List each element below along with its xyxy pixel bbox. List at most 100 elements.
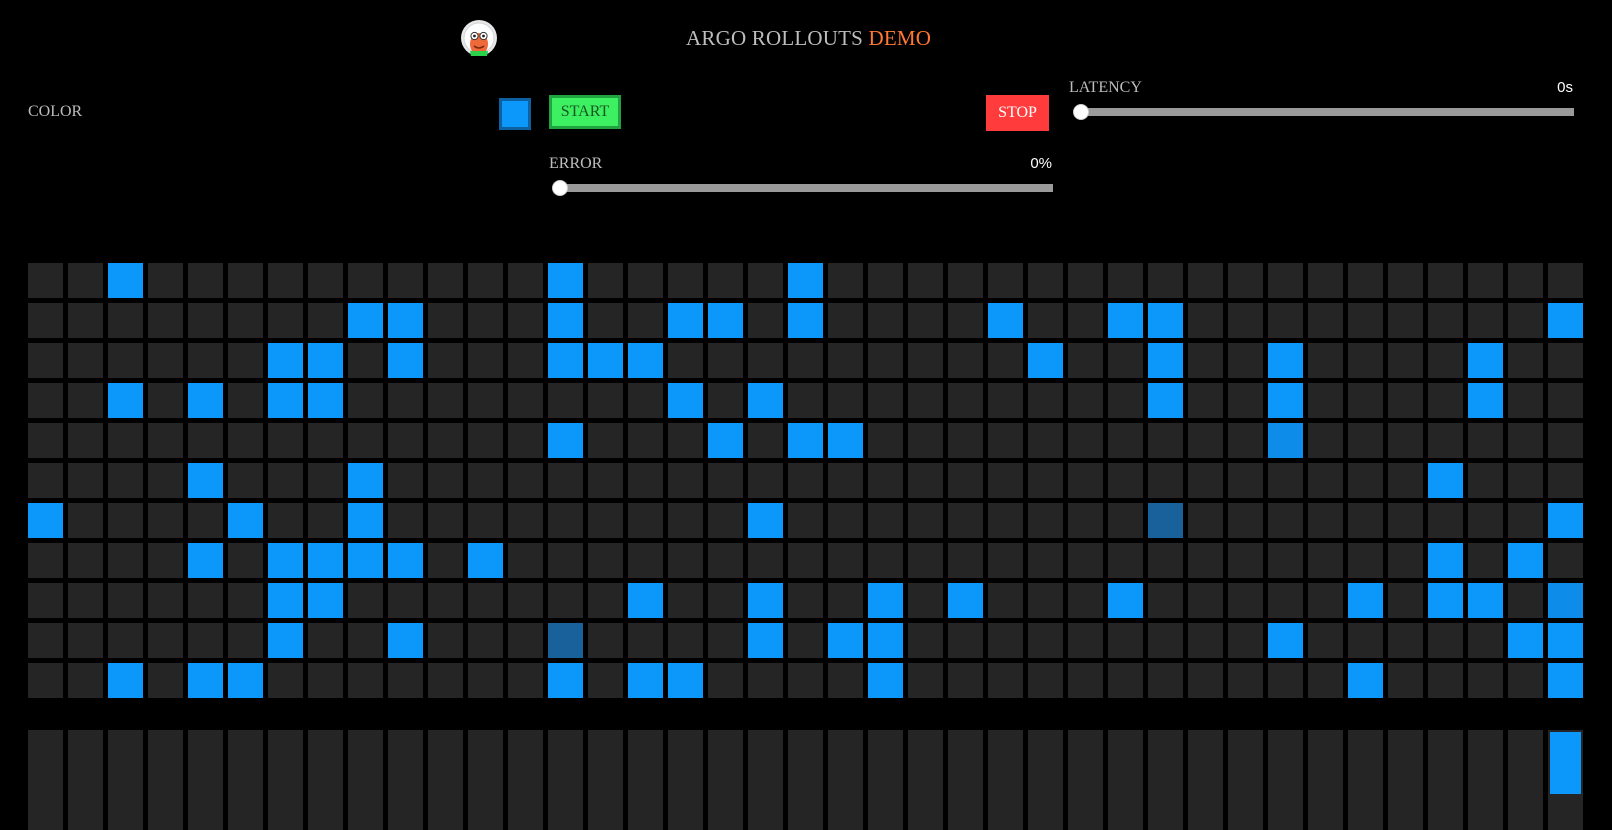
grid-cell — [628, 503, 663, 538]
grid-cell — [988, 583, 1023, 618]
grid-cell — [1268, 303, 1303, 338]
grid-cell — [548, 263, 583, 298]
grid-cell — [948, 383, 983, 418]
latency-slider-thumb[interactable] — [1073, 104, 1089, 120]
grid-cell — [268, 503, 303, 538]
grid-cell — [28, 263, 63, 298]
grid-cell — [508, 623, 543, 658]
color-swatch[interactable] — [499, 98, 531, 130]
grid-cell — [308, 503, 343, 538]
grid-cell — [1308, 463, 1343, 498]
grid-cell — [308, 543, 343, 578]
grid-cell — [348, 263, 383, 298]
color-bar — [1148, 730, 1183, 830]
grid-cell — [908, 463, 943, 498]
grid-cell — [548, 663, 583, 698]
grid-cell — [308, 663, 343, 698]
color-bar — [148, 730, 183, 830]
start-button[interactable]: START — [549, 95, 621, 129]
color-bar — [508, 730, 543, 830]
error-slider-thumb[interactable] — [552, 180, 568, 196]
latency-value: 0s — [1557, 79, 1573, 96]
error-slider-track — [559, 184, 1053, 192]
grid-cell — [588, 343, 623, 378]
grid-cell — [1468, 623, 1503, 658]
grid-cell — [1148, 463, 1183, 498]
grid-cell — [28, 463, 63, 498]
grid-cell — [1028, 663, 1063, 698]
grid-cell — [1228, 503, 1263, 538]
grid-cell — [388, 663, 423, 698]
color-bar — [908, 730, 943, 830]
grid-cell — [908, 263, 943, 298]
grid-cell — [428, 463, 463, 498]
grid-cell — [268, 423, 303, 458]
grid-cell — [748, 583, 783, 618]
grid-cell — [1148, 343, 1183, 378]
grid-cell — [828, 343, 863, 378]
grid-cell — [708, 503, 743, 538]
grid-cell — [1108, 343, 1143, 378]
grid-cell — [268, 343, 303, 378]
grid-cell — [948, 663, 983, 698]
grid-cell — [1028, 423, 1063, 458]
grid-cell — [148, 303, 183, 338]
grid-cell — [868, 303, 903, 338]
grid-cell — [628, 343, 663, 378]
grid-cell — [1468, 583, 1503, 618]
grid-cell — [1228, 623, 1263, 658]
grid-cell — [268, 383, 303, 418]
grid-cell — [628, 623, 663, 658]
grid-cell — [1388, 383, 1423, 418]
grid-cell — [508, 543, 543, 578]
grid-cell — [828, 583, 863, 618]
grid-cell — [588, 583, 623, 618]
grid-cell — [788, 263, 823, 298]
grid-cell — [668, 343, 703, 378]
grid-cell — [148, 383, 183, 418]
grid-cell — [348, 343, 383, 378]
grid-cell — [1508, 583, 1543, 618]
grid-cell — [908, 423, 943, 458]
grid-cell — [1468, 263, 1503, 298]
grid-cell — [68, 503, 103, 538]
color-bar — [68, 730, 103, 830]
grid-cell — [1028, 263, 1063, 298]
grid-cell — [1508, 543, 1543, 578]
grid-cell — [1028, 543, 1063, 578]
grid-cell — [508, 343, 543, 378]
grid-cell — [428, 343, 463, 378]
grid-cell — [68, 663, 103, 698]
grid-cell — [148, 343, 183, 378]
grid-cell — [748, 343, 783, 378]
grid-cell — [468, 303, 503, 338]
grid-cell — [428, 503, 463, 538]
grid-cell — [1548, 383, 1583, 418]
grid-cell — [188, 543, 223, 578]
grid-cell — [428, 583, 463, 618]
grid-cell — [1508, 263, 1543, 298]
color-bar — [748, 730, 783, 830]
grid-cell — [108, 663, 143, 698]
grid-cell — [108, 343, 143, 378]
grid-cell — [1188, 543, 1223, 578]
grid-cell — [1508, 623, 1543, 658]
grid-cell — [1108, 263, 1143, 298]
grid-cell — [988, 623, 1023, 658]
grid-cell — [1428, 423, 1463, 458]
error-label: ERROR — [549, 155, 603, 172]
grid-cell — [268, 623, 303, 658]
grid-cell — [788, 423, 823, 458]
grid-cell — [868, 423, 903, 458]
error-slider[interactable] — [552, 178, 1053, 198]
stop-button[interactable]: STOP — [986, 95, 1049, 131]
latency-slider[interactable] — [1073, 102, 1574, 122]
grid-cell — [868, 663, 903, 698]
grid-cell — [1348, 263, 1383, 298]
grid-cell — [108, 263, 143, 298]
grid-cell — [1348, 463, 1383, 498]
grid-cell — [988, 543, 1023, 578]
grid-cell — [1068, 503, 1103, 538]
grid-cell — [708, 463, 743, 498]
grid-cell — [108, 543, 143, 578]
